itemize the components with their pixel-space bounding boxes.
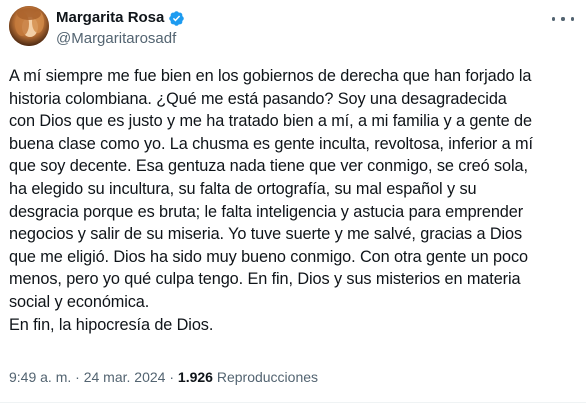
tweet-card: Margarita Rosa @Margaritarosadf A mí sie…	[0, 0, 586, 407]
author-display-name[interactable]: Margarita Rosa	[56, 9, 164, 27]
author-name-row: Margarita Rosa	[56, 9, 185, 27]
divider	[0, 402, 586, 403]
views-label: Reproducciones	[216, 369, 319, 385]
more-options-icon[interactable]	[552, 12, 574, 26]
more-dot	[561, 17, 565, 21]
tweet-date[interactable]: 24 mar. 2024	[84, 369, 166, 385]
avatar[interactable]	[9, 6, 49, 46]
tweet-text: A mí siempre me fue bien en los gobierno…	[9, 67, 533, 334]
verified-badge-icon[interactable]	[168, 10, 185, 27]
profile-photo-avatar-icon	[9, 6, 49, 46]
meta-separator: ·	[169, 369, 175, 385]
tweet-meta: 9:49 a. m. · 24 mar. 2024 · 1.926 Reprod…	[9, 368, 318, 386]
views-count: 1.926	[177, 369, 213, 385]
meta-separator: ·	[75, 369, 80, 385]
tweet-time[interactable]: 9:49 a. m.	[9, 369, 71, 385]
more-dot	[570, 17, 574, 21]
more-dot	[552, 17, 556, 21]
author-handle[interactable]: @Margaritarosadf	[56, 30, 176, 48]
